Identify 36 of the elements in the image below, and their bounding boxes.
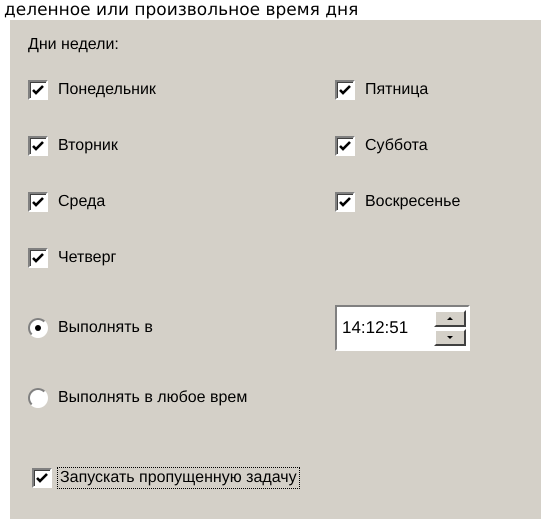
checkbox[interactable] bbox=[28, 80, 48, 100]
day-label: Среда bbox=[58, 193, 106, 211]
day-label: Воскресенье bbox=[365, 193, 460, 211]
day-label: Вторник bbox=[58, 137, 118, 155]
time-value: 14:12:51 bbox=[341, 317, 410, 339]
day-label: Понедельник bbox=[58, 81, 156, 99]
days-label: Дни недели: bbox=[28, 36, 120, 54]
checkmark-icon bbox=[32, 252, 44, 264]
checkbox[interactable] bbox=[28, 248, 48, 268]
checkmark-icon bbox=[32, 84, 44, 96]
run-missed-label: Запускать пропущенную задачу bbox=[58, 468, 299, 488]
time-field[interactable]: 14:12:51 bbox=[335, 305, 470, 351]
checkmark-icon bbox=[339, 84, 351, 96]
checkbox[interactable] bbox=[28, 136, 48, 156]
radio-button[interactable] bbox=[28, 318, 48, 338]
day-label: Пятница bbox=[365, 81, 428, 99]
checkmark-icon bbox=[339, 196, 351, 208]
checkmark-icon bbox=[32, 196, 44, 208]
radio-label: Выполнять в любое врем bbox=[58, 389, 248, 407]
radio-label: Выполнять в bbox=[58, 319, 153, 337]
checkbox[interactable] bbox=[28, 192, 48, 212]
spin-up-button[interactable] bbox=[434, 310, 466, 327]
checkbox[interactable] bbox=[335, 192, 355, 212]
down-arrow-icon bbox=[447, 336, 453, 339]
checkmark-icon bbox=[32, 140, 44, 152]
checkbox[interactable] bbox=[32, 468, 52, 488]
day-label: Суббота bbox=[365, 137, 428, 155]
day-label: Четверг bbox=[58, 249, 116, 267]
spin-down-button[interactable] bbox=[434, 329, 466, 346]
checkbox[interactable] bbox=[335, 80, 355, 100]
checkmark-icon bbox=[339, 140, 351, 152]
checkbox[interactable] bbox=[335, 136, 355, 156]
radio-button[interactable] bbox=[28, 388, 48, 408]
checkmark-icon bbox=[36, 472, 48, 484]
up-arrow-icon bbox=[447, 317, 453, 320]
page-heading: деленное или произвольное время дня bbox=[3, 0, 360, 20]
